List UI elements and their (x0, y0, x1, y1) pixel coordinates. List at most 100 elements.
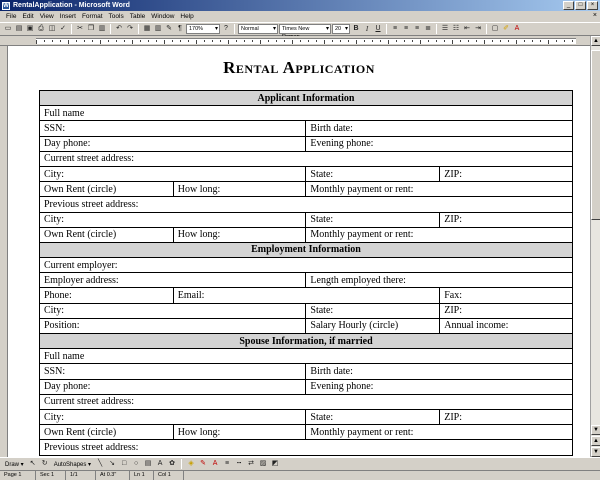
scroll-up-button[interactable]: ▲ (591, 36, 600, 46)
vertical-scrollbar[interactable]: ▲ ▼ ▲ ▼ (590, 36, 600, 457)
preview-icon[interactable]: ◫ (47, 24, 57, 34)
field-monthly-payment[interactable]: Monthly payment or rent: (305, 226, 573, 243)
table-icon[interactable]: ▦ (142, 24, 152, 34)
field-state[interactable]: State: (305, 211, 441, 228)
word-app-icon[interactable]: W (2, 1, 10, 10)
new-icon[interactable]: ▭ (3, 24, 13, 34)
field-day-phone[interactable]: Day phone: (38, 135, 307, 152)
menu-help[interactable]: Help (177, 13, 196, 20)
highlight-icon[interactable]: ✐ (501, 24, 511, 34)
field-current-address[interactable]: Current street address: (39, 393, 573, 410)
field-zip[interactable]: ZIP: (439, 302, 573, 319)
dash-style-icon[interactable]: ┅ (234, 459, 244, 469)
show-hide-icon[interactable]: ¶ (175, 24, 185, 34)
field-current-employer[interactable]: Current employer: (39, 257, 573, 274)
field-employer-address[interactable]: Employer address: (38, 272, 307, 289)
menu-tools[interactable]: Tools (106, 13, 127, 20)
field-previous-address[interactable]: Previous street address: (39, 439, 573, 456)
menu-window[interactable]: Window (148, 13, 177, 20)
field-state[interactable]: State: (305, 302, 441, 319)
maximize-button[interactable]: □ (575, 1, 586, 10)
field-city[interactable]: City: (38, 408, 307, 426)
font-size-select[interactable]: 20 (332, 24, 350, 34)
field-full-name[interactable]: Full name (39, 105, 573, 122)
columns-icon[interactable]: ▥ (153, 24, 163, 34)
font-color-icon[interactable]: A (512, 24, 522, 34)
style-select[interactable]: Normal (238, 24, 278, 34)
field-current-address[interactable]: Current street address: (39, 150, 573, 167)
field-evening-phone[interactable]: Evening phone: (305, 378, 573, 395)
document-page[interactable]: Rental Application Applicant Information… (8, 46, 590, 457)
underline-button[interactable]: U (373, 24, 383, 34)
horizontal-ruler[interactable] (0, 36, 600, 46)
menu-view[interactable]: View (37, 13, 57, 20)
field-city[interactable]: City: (38, 211, 307, 228)
field-birth-date[interactable]: Birth date: (305, 120, 573, 137)
align-right-icon[interactable]: ≡ (412, 24, 422, 34)
field-zip[interactable]: ZIP: (439, 408, 573, 426)
field-email[interactable]: Email: (172, 287, 441, 304)
clipart-icon[interactable]: ✿ (167, 459, 177, 469)
field-position[interactable]: Position: (38, 317, 307, 335)
copy-icon[interactable]: ❐ (86, 24, 96, 34)
field-own-rent[interactable]: Own Rent (circle) (39, 424, 174, 441)
redo-icon[interactable]: ↷ (125, 24, 135, 34)
field-monthly-payment[interactable]: Monthly payment or rent: (305, 181, 573, 198)
increase-indent-icon[interactable]: ⇥ (473, 24, 483, 34)
bold-button[interactable]: B (351, 24, 361, 34)
select-objects-icon[interactable]: ↖ (28, 459, 38, 469)
print-icon[interactable]: ⎙ (36, 24, 46, 34)
scroll-thumb[interactable] (591, 50, 600, 220)
field-day-phone[interactable]: Day phone: (38, 378, 307, 395)
cut-icon[interactable]: ✂ (75, 24, 85, 34)
spell-icon[interactable]: ✓ (58, 24, 68, 34)
document-close-button[interactable]: × (593, 12, 597, 19)
oval-icon[interactable]: ○ (131, 459, 141, 469)
line-color-icon[interactable]: ✎ (198, 459, 208, 469)
field-previous-address[interactable]: Previous street address: (39, 196, 573, 213)
close-button[interactable]: × (587, 1, 598, 10)
field-state[interactable]: State: (305, 408, 441, 426)
field-evening-phone[interactable]: Evening phone: (305, 135, 573, 152)
textbox-icon[interactable]: ▤ (143, 459, 153, 469)
open-icon[interactable]: ▤ (14, 24, 24, 34)
fill-color-icon[interactable]: ◈ (186, 459, 196, 469)
undo-icon[interactable]: ↶ (114, 24, 124, 34)
bullets-icon[interactable]: ☷ (451, 24, 461, 34)
field-length-employed[interactable]: Length employed there: (305, 272, 573, 289)
field-ssn[interactable]: SSN: (38, 363, 307, 380)
drawing-icon[interactable]: ✎ (164, 24, 174, 34)
field-monthly-payment[interactable]: Monthly payment or rent: (305, 424, 573, 441)
arrow-icon[interactable]: ↘ (107, 459, 117, 469)
numbering-icon[interactable]: ☰ (440, 24, 450, 34)
line-icon[interactable]: ╲ (95, 459, 105, 469)
vertical-ruler[interactable] (0, 46, 8, 457)
field-fax[interactable]: Fax: (439, 287, 573, 304)
field-how-long[interactable]: How long: (172, 226, 307, 243)
menu-file[interactable]: File (3, 13, 19, 20)
borders-icon[interactable]: ▢ (490, 24, 500, 34)
field-zip[interactable]: ZIP: (439, 211, 573, 228)
menu-insert[interactable]: Insert (57, 13, 79, 20)
field-own-rent[interactable]: Own Rent (circle) (39, 181, 174, 198)
align-center-icon[interactable]: ≡ (401, 24, 411, 34)
shadow-icon[interactable]: ▨ (258, 459, 268, 469)
help-icon[interactable]: ? (221, 24, 231, 34)
field-state[interactable]: State: (305, 165, 441, 183)
italic-button[interactable]: I (362, 24, 372, 34)
save-icon[interactable]: ▣ (25, 24, 35, 34)
paste-icon[interactable]: ▥ (97, 24, 107, 34)
field-ssn[interactable]: SSN: (38, 120, 307, 137)
font-select[interactable]: Times New Roman (279, 24, 331, 40)
next-page-button[interactable]: ▼ (591, 447, 600, 457)
align-left-icon[interactable]: ≡ (390, 24, 400, 34)
arrow-style-icon[interactable]: ⇄ (246, 459, 256, 469)
rectangle-icon[interactable]: □ (119, 459, 129, 469)
autoshapes-menu-button[interactable]: AutoShapes ▾ (52, 461, 93, 468)
scroll-down-button[interactable]: ▼ (591, 425, 600, 435)
field-how-long[interactable]: How long: (172, 424, 307, 441)
field-full-name[interactable]: Full name (39, 348, 573, 365)
field-city[interactable]: City: (38, 302, 307, 319)
free-rotate-icon[interactable]: ↻ (40, 459, 50, 469)
menu-edit[interactable]: Edit (19, 13, 36, 20)
